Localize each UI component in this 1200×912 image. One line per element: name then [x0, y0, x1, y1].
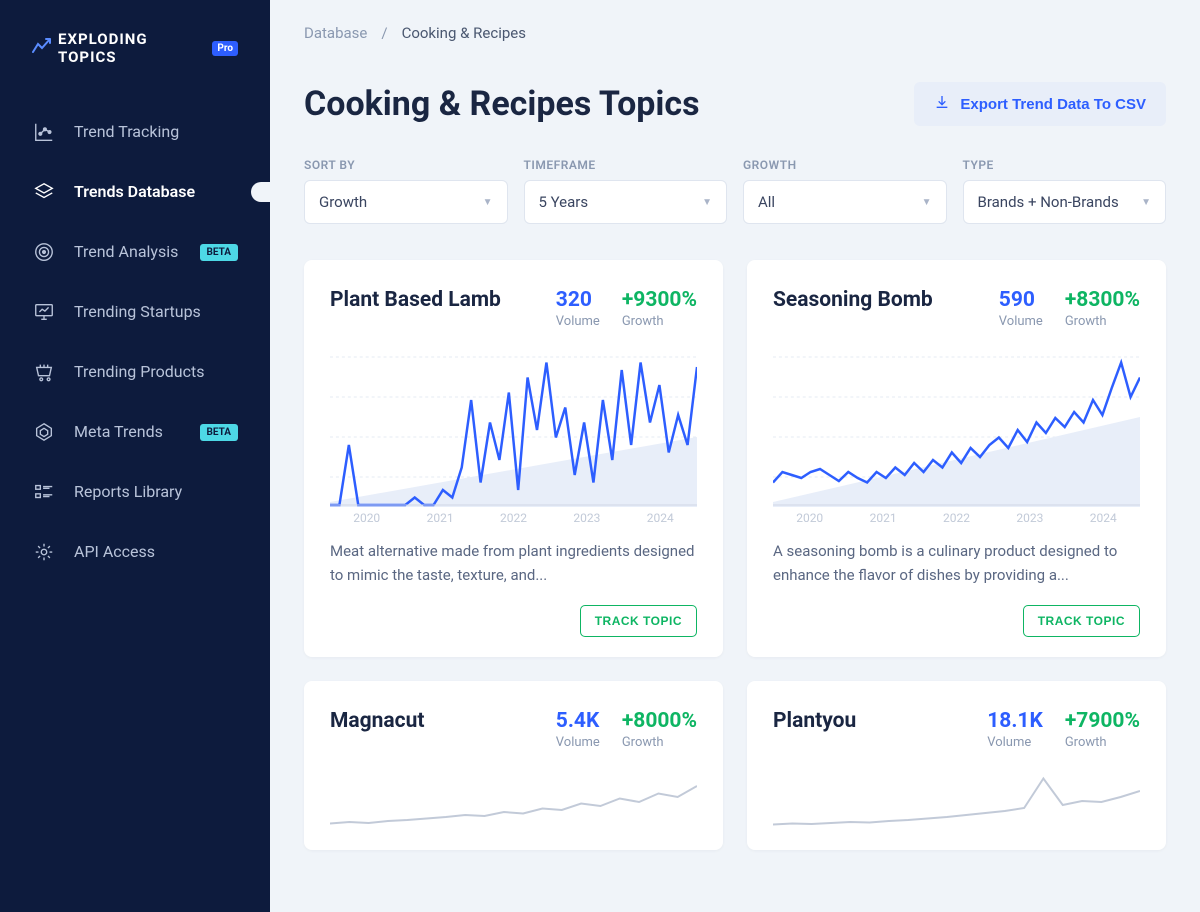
- breadcrumb-root[interactable]: Database: [304, 24, 367, 42]
- growth-label: Growth: [1065, 314, 1140, 329]
- volume-value: 590: [999, 288, 1043, 312]
- logo-text: EXPLODING TOPICS: [58, 30, 206, 66]
- sidebar-item-trends-database[interactable]: Trends Database: [0, 162, 270, 222]
- card-title: Plantyou: [773, 709, 856, 733]
- layers-icon: [32, 180, 56, 204]
- card-description: Meat alternative made from plant ingredi…: [330, 539, 697, 587]
- sidebar-item-api-access[interactable]: API Access: [0, 522, 270, 582]
- volume-value: 5.4K: [556, 709, 600, 733]
- beta-badge: BETA: [200, 424, 239, 441]
- chevron-down-icon: ▼: [922, 197, 932, 208]
- card-title: Magnacut: [330, 709, 424, 733]
- volume-label: Volume: [999, 314, 1043, 329]
- volume-label: Volume: [987, 735, 1043, 750]
- filter-label-timeframe: TIMEFRAME: [524, 158, 728, 172]
- filters-row: SORT BY Growth▼ TIMEFRAME 5 Years▼ GROWT…: [304, 158, 1166, 224]
- main-content: Database / Cooking & Recipes Cooking & R…: [270, 0, 1200, 912]
- growth-value: +8300%: [1065, 288, 1140, 312]
- track-topic-button[interactable]: TRACK TOPIC: [580, 605, 697, 637]
- export-csv-button[interactable]: Export Trend Data To CSV: [914, 82, 1166, 126]
- volume-label: Volume: [556, 735, 600, 750]
- topic-card[interactable]: Plantyou 18.1K Volume +7900% Growth: [747, 681, 1166, 850]
- topic-card[interactable]: Magnacut 5.4K Volume +8000% Growth: [304, 681, 723, 850]
- card-title: Seasoning Bomb: [773, 288, 933, 312]
- trend-chart: [773, 768, 1140, 828]
- api-icon: [32, 540, 56, 564]
- type-select[interactable]: Brands + Non-Brands▼: [963, 180, 1167, 224]
- growth-value: +8000%: [622, 709, 697, 733]
- hexagon-icon: [32, 420, 56, 444]
- growth-value: +7900%: [1065, 709, 1140, 733]
- volume-value: 320: [556, 288, 600, 312]
- chevron-down-icon: ▼: [1141, 197, 1151, 208]
- export-label: Export Trend Data To CSV: [960, 96, 1146, 113]
- chart-tracking-icon: [32, 120, 56, 144]
- track-topic-button[interactable]: TRACK TOPIC: [1023, 605, 1140, 637]
- cart-icon: [32, 360, 56, 384]
- filter-label-growth: GROWTH: [743, 158, 947, 172]
- growth-label: Growth: [622, 314, 697, 329]
- sidebar-item-trend-analysis[interactable]: Trend Analysis BETA: [0, 222, 270, 282]
- growth-value: +9300%: [622, 288, 697, 312]
- chart-x-axis: 20202021202220232024: [330, 511, 697, 525]
- topic-card[interactable]: Plant Based Lamb 320Volume +9300%Growth …: [304, 260, 723, 657]
- sidebar: EXPLODING TOPICS Pro Trend Tracking Tren…: [0, 0, 270, 912]
- cards-grid: Plant Based Lamb 320Volume +9300%Growth …: [304, 260, 1166, 850]
- growth-label: Growth: [1065, 735, 1140, 750]
- sidebar-item-trend-tracking[interactable]: Trend Tracking: [0, 102, 270, 162]
- filter-label-type: TYPE: [963, 158, 1167, 172]
- sidebar-item-label: Trend Tracking: [74, 122, 238, 143]
- sidebar-item-reports-library[interactable]: Reports Library: [0, 462, 270, 522]
- breadcrumb-current: Cooking & Recipes: [402, 24, 526, 42]
- card-description: A seasoning bomb is a culinary product d…: [773, 539, 1140, 587]
- volume-value: 18.1K: [987, 709, 1043, 733]
- sortby-select[interactable]: Growth▼: [304, 180, 508, 224]
- sidebar-item-label: Meta Trends: [74, 422, 182, 443]
- download-icon: [934, 94, 950, 114]
- logo-pro-badge: Pro: [212, 41, 238, 56]
- sidebar-item-label: Trending Startups: [74, 302, 238, 323]
- volume-label: Volume: [556, 314, 600, 329]
- target-icon: [32, 240, 56, 264]
- trend-chart: 20202021202220232024: [773, 347, 1140, 527]
- filter-label-sortby: SORT BY: [304, 158, 508, 172]
- page-title: Cooking & Recipes Topics: [304, 84, 700, 124]
- logo[interactable]: EXPLODING TOPICS Pro: [0, 30, 270, 102]
- sidebar-item-label: Trend Analysis: [74, 242, 182, 263]
- sidebar-item-label: Trending Products: [74, 362, 238, 383]
- sidebar-item-label: API Access: [74, 542, 238, 563]
- card-title: Plant Based Lamb: [330, 288, 501, 312]
- sidebar-item-label: Reports Library: [74, 482, 238, 503]
- chart-x-axis: 20202021202220232024: [773, 511, 1140, 525]
- topic-card[interactable]: Seasoning Bomb 590 Volume +8300% Growth 20…: [747, 260, 1166, 657]
- breadcrumb-sep: /: [381, 24, 387, 42]
- sidebar-item-label: Trends Database: [74, 182, 238, 203]
- logo-icon: [32, 38, 52, 58]
- list-icon: [32, 480, 56, 504]
- beta-badge: BETA: [200, 244, 239, 261]
- growth-select[interactable]: All▼: [743, 180, 947, 224]
- trend-chart: [330, 768, 697, 828]
- trend-chart: 20202021202220232024: [330, 347, 697, 527]
- presentation-icon: [32, 300, 56, 324]
- timeframe-select[interactable]: 5 Years▼: [524, 180, 728, 224]
- sidebar-item-trending-startups[interactable]: Trending Startups: [0, 282, 270, 342]
- growth-label: Growth: [622, 735, 697, 750]
- sidebar-item-meta-trends[interactable]: Meta Trends BETA: [0, 402, 270, 462]
- breadcrumb: Database / Cooking & Recipes: [304, 24, 1166, 42]
- sidebar-item-trending-products[interactable]: Trending Products: [0, 342, 270, 402]
- chevron-down-icon: ▼: [702, 197, 712, 208]
- chevron-down-icon: ▼: [483, 197, 493, 208]
